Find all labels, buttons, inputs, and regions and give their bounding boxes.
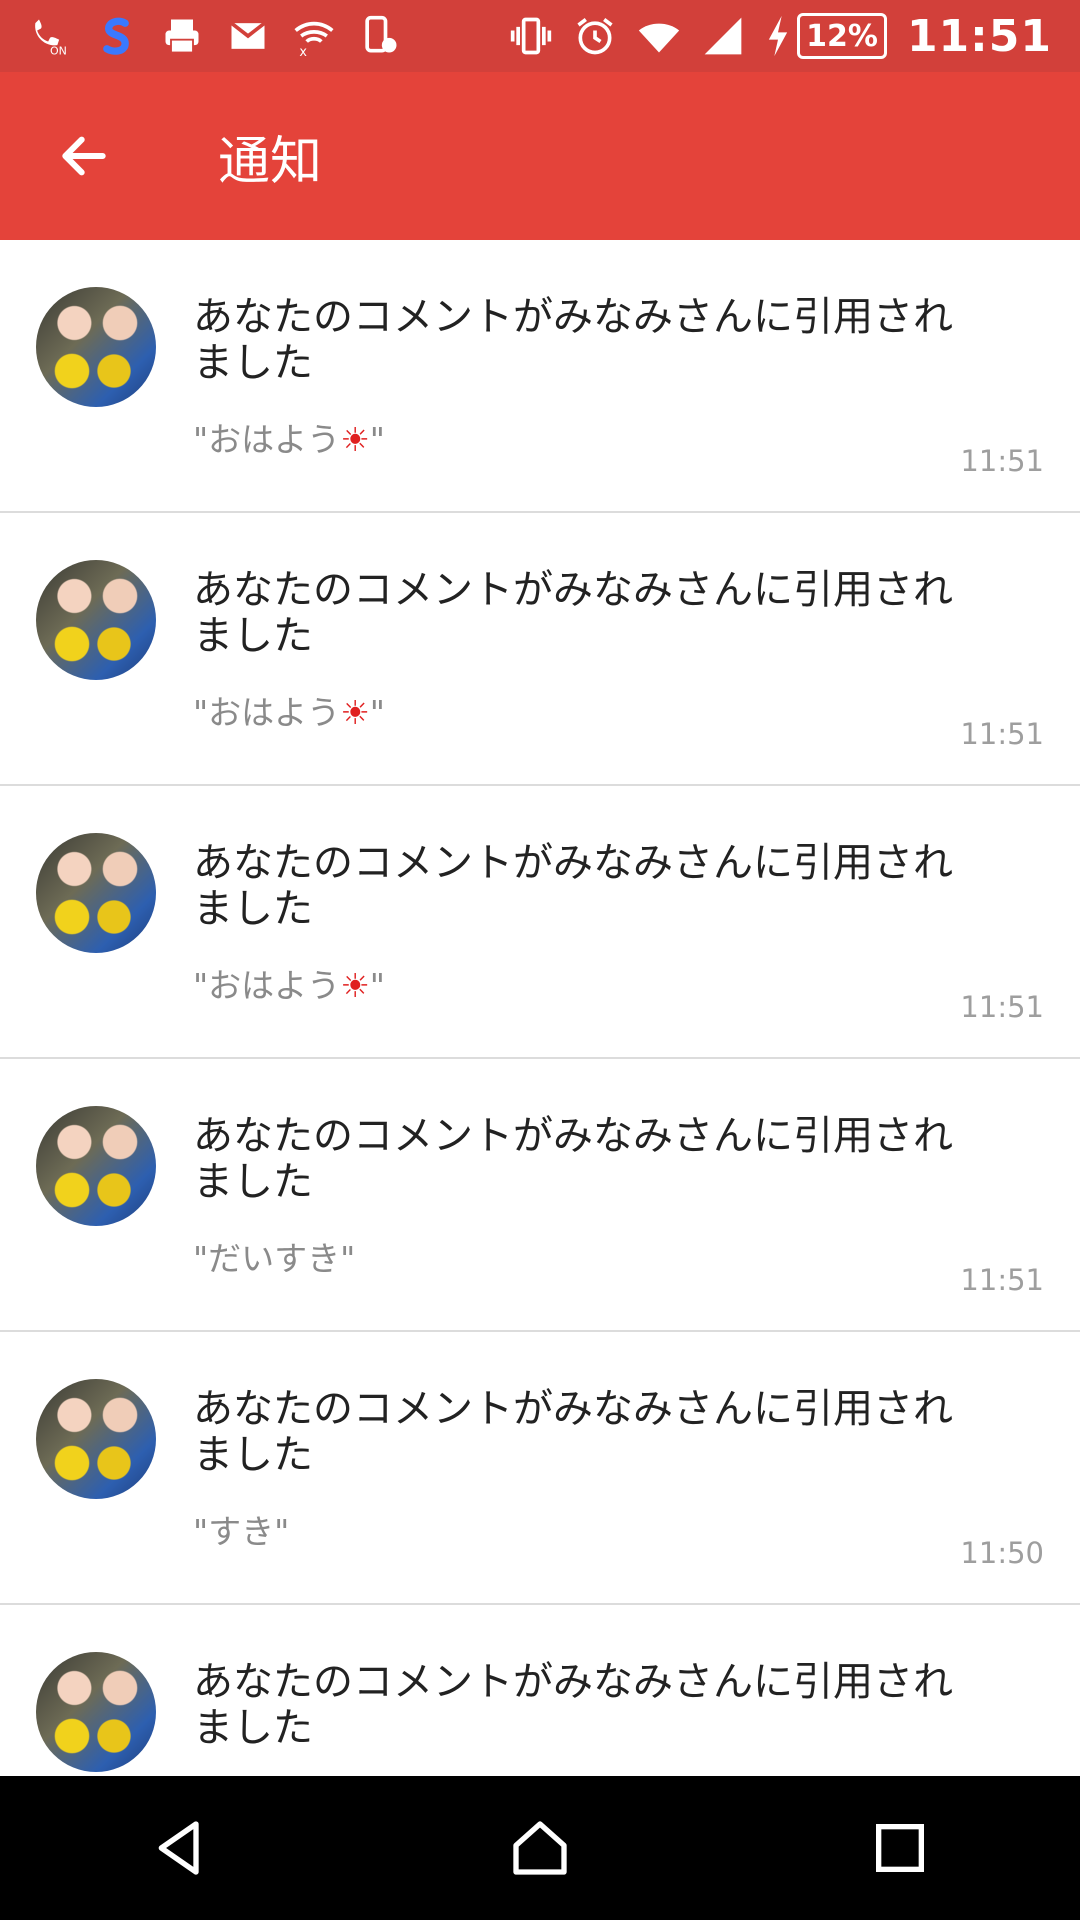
notification-time: 11:50 [960,1536,1044,1570]
notification-quote: "おはよう☀" [193,966,385,1005]
app-bar: 通知 [0,72,1080,240]
notification-message: あなたのコメントがみなみさんに引用されました [193,294,953,386]
battery-percent: 12% [797,13,887,59]
status-clock: 11:51 [906,10,1052,62]
arrow-left-icon [62,136,106,176]
mail-icon [226,14,270,58]
notification-message: あなたのコメントがみなみさんに引用されました [193,567,953,659]
avatar [36,833,156,953]
signal-icon [701,14,745,58]
recents-icon [876,1824,924,1872]
nav-home-button[interactable] [490,1798,590,1898]
notification-quote: "すき" [193,1512,290,1551]
notification-time: 11:51 [960,444,1044,478]
sun-icon: ☀ [340,420,370,459]
notification-item[interactable]: あなたのコメントがみなみさんに引用されました "だいすき" 11:51 [0,1059,1080,1332]
device-settings-icon [358,14,402,58]
notification-quote: "おはよう☀" [193,693,385,732]
notification-message: あなたのコメントがみなみさんに引用されました [193,840,953,932]
back-icon [158,1821,199,1875]
nav-recents-button[interactable] [850,1798,950,1898]
svg-text:ON: ON [50,44,67,57]
printer-icon [160,14,204,58]
avatar [36,1379,156,1499]
page-title: 通知 [218,131,323,192]
status-right-icons: 12% 11:51 [509,11,1080,62]
sun-icon: ☀ [340,966,370,1005]
home-icon [513,1821,567,1875]
avatar [36,1106,156,1226]
status-left-icons: ON x [0,14,402,58]
notification-item[interactable]: あなたのコメントがみなみさんに引用されました "おはよう☀" 11:51 [0,513,1080,786]
notification-item[interactable]: あなたのコメントがみなみさんに引用されました "おはよう☀" 11:51 [0,786,1080,1059]
svg-text:x: x [299,45,307,58]
notification-time: 11:51 [960,990,1044,1024]
wifi-icon [637,14,681,58]
wifi-off-icon: x [292,14,336,58]
notification-message: あなたのコメントがみなみさんに引用されました [193,1386,953,1478]
notification-item[interactable]: あなたのコメントがみなみさんに引用されました "すき" 11:50 [0,1332,1080,1605]
notification-message: あなたのコメントがみなみさんに引用されました [193,1113,953,1205]
notification-time: 11:51 [960,1263,1044,1297]
notification-quote: "おはよう☀" [193,420,385,459]
notification-quote: "だいすき" [193,1239,356,1278]
status-bar: ON x 12% 11:51 [0,0,1080,72]
wifi-calling-on-icon: ON [28,14,72,58]
avatar [36,560,156,680]
notification-list: あなたのコメントがみなみさんに引用されました "おはよう☀" 11:51 あなた… [0,240,1080,1878]
charging-icon [765,14,791,58]
avatar [36,1652,156,1772]
back-button[interactable] [34,106,134,206]
navigation-bar [0,1776,1080,1920]
avatar [36,287,156,407]
alarm-icon [573,14,617,58]
vibrate-icon [509,14,553,58]
nav-back-button[interactable] [130,1798,230,1898]
notification-time: 11:51 [960,717,1044,751]
notification-item[interactable]: あなたのコメントがみなみさんに引用されました "おはよう☀" 11:51 [0,240,1080,513]
s-app-icon [94,14,138,58]
notification-message: あなたのコメントがみなみさんに引用されました [193,1659,953,1751]
sun-icon: ☀ [340,693,370,732]
battery-indicator: 12% [765,13,887,59]
